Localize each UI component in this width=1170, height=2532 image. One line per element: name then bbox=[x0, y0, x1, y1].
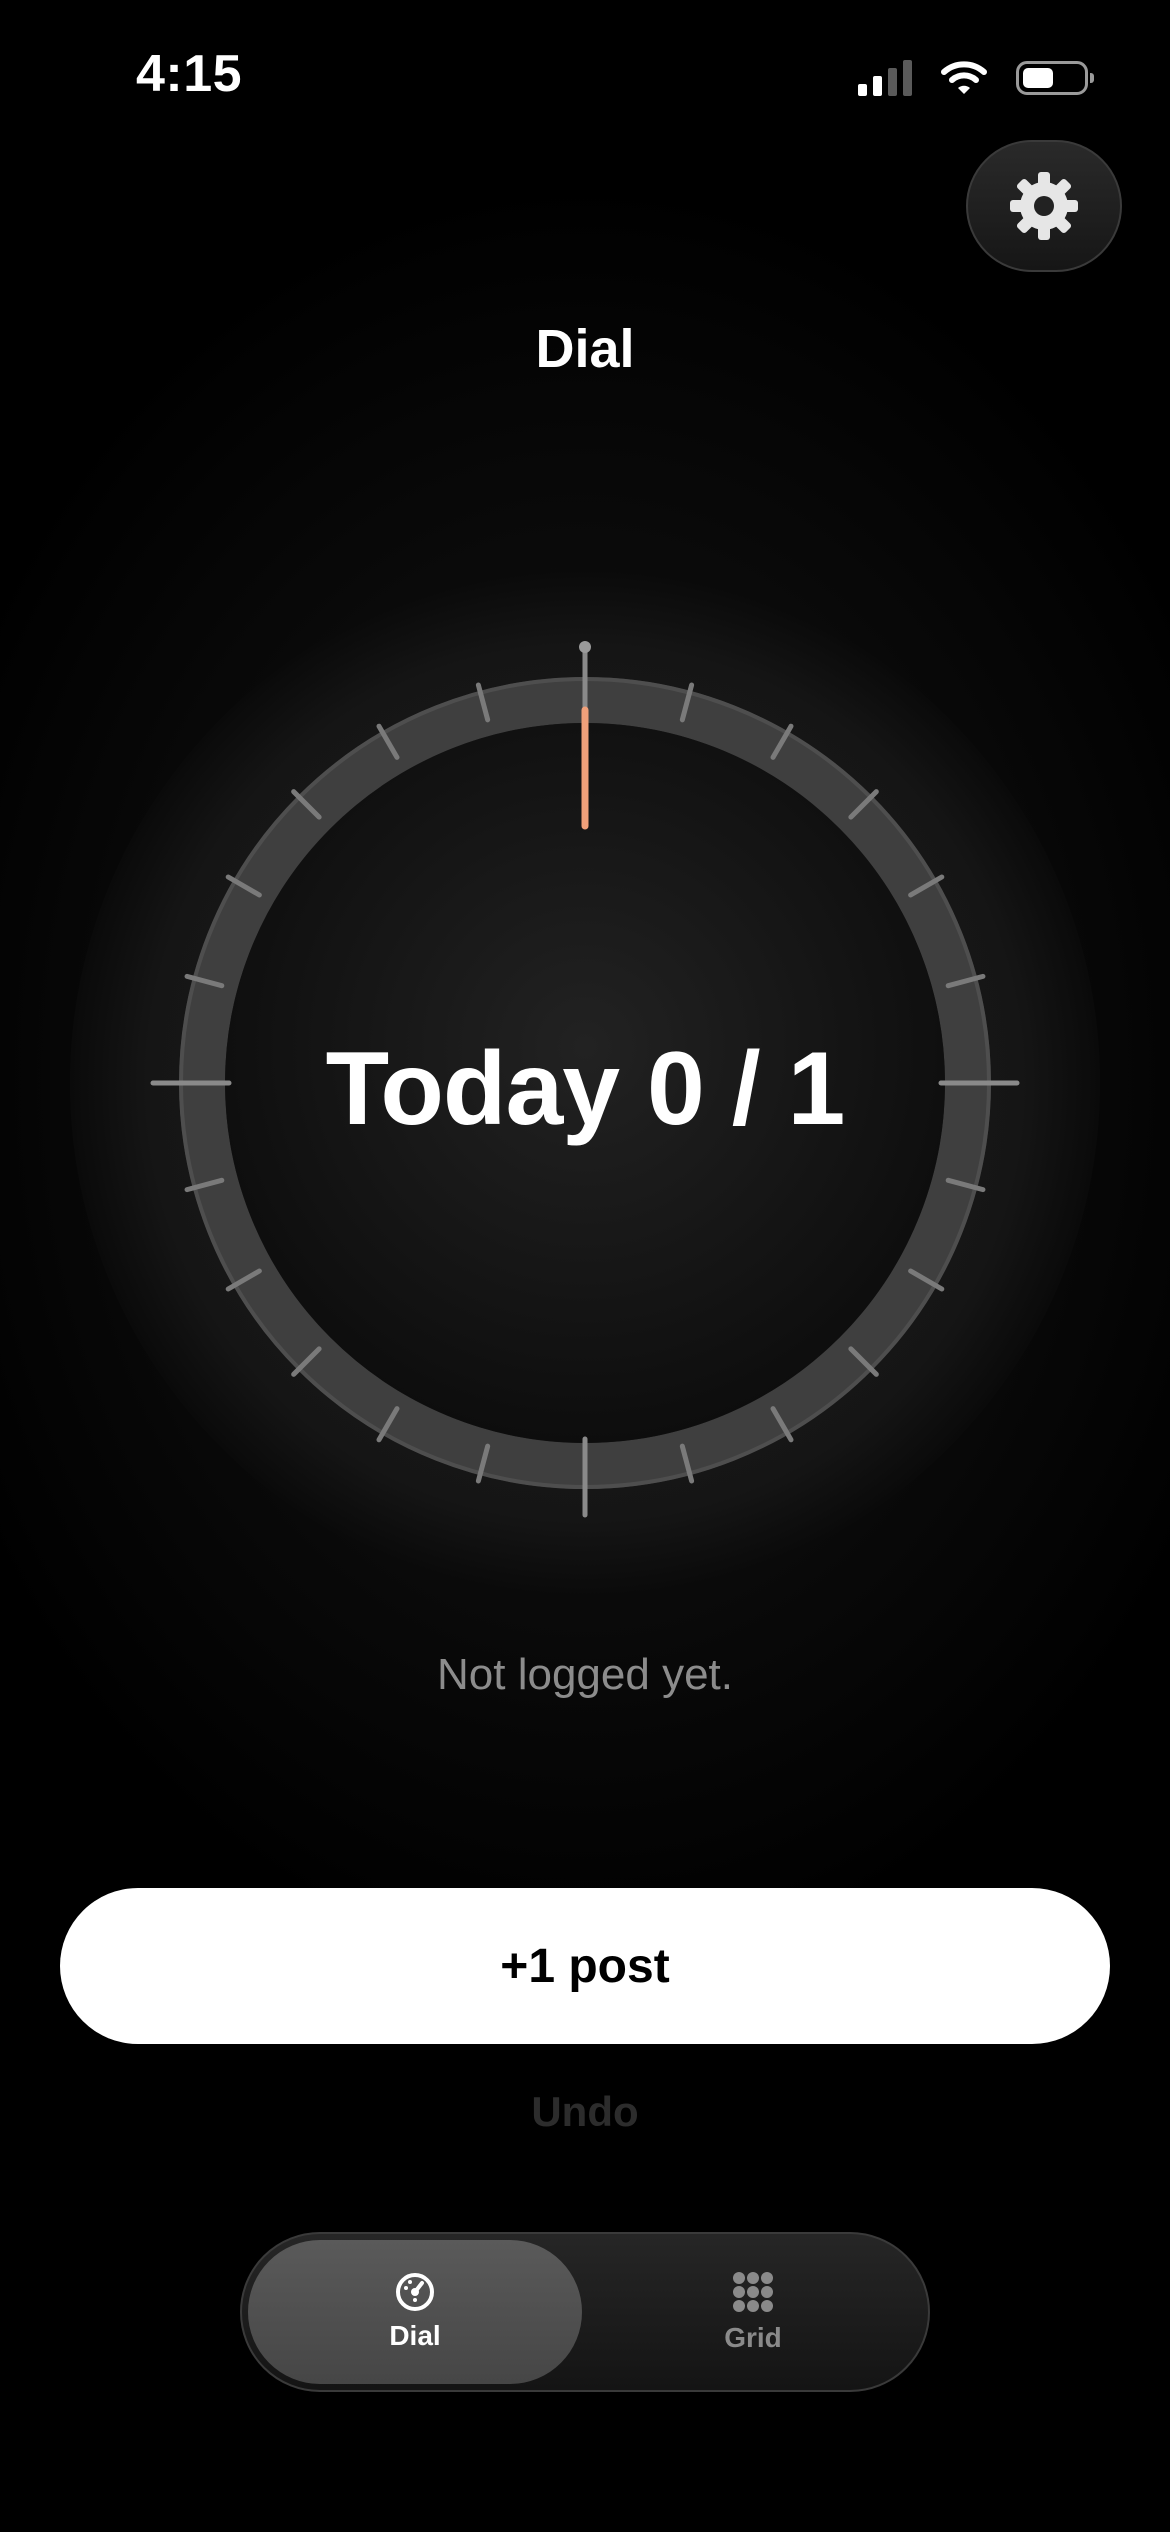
settings-button[interactable] bbox=[966, 140, 1122, 272]
tab-grid[interactable]: Grid bbox=[586, 2240, 920, 2384]
dial-icon bbox=[396, 2273, 434, 2311]
wifi-icon bbox=[941, 61, 987, 94]
status-icons bbox=[858, 56, 1094, 100]
add-post-label: +1 post bbox=[500, 1939, 670, 1993]
battery-icon bbox=[1016, 61, 1094, 95]
tab-bar: Dial Grid bbox=[240, 2232, 930, 2392]
tab-dial-label: Dial bbox=[389, 2320, 441, 2351]
log-status-text: Not logged yet. bbox=[437, 1650, 733, 1699]
add-post-button[interactable]: +1 post bbox=[60, 1888, 1110, 2044]
dial-top-marker bbox=[579, 641, 591, 653]
undo-button[interactable]: Undo bbox=[0, 2088, 1170, 2136]
tab-dial[interactable]: Dial bbox=[248, 2240, 582, 2384]
tab-grid-label: Grid bbox=[724, 2322, 782, 2353]
status-time: 4:15 bbox=[136, 45, 243, 103]
grid-icon bbox=[733, 2272, 773, 2312]
today-progress-label: Today 0 / 1 bbox=[325, 1031, 846, 1147]
gear-icon bbox=[1010, 172, 1078, 240]
cellular-signal-icon bbox=[858, 60, 912, 96]
page-title: Dial bbox=[535, 319, 635, 379]
